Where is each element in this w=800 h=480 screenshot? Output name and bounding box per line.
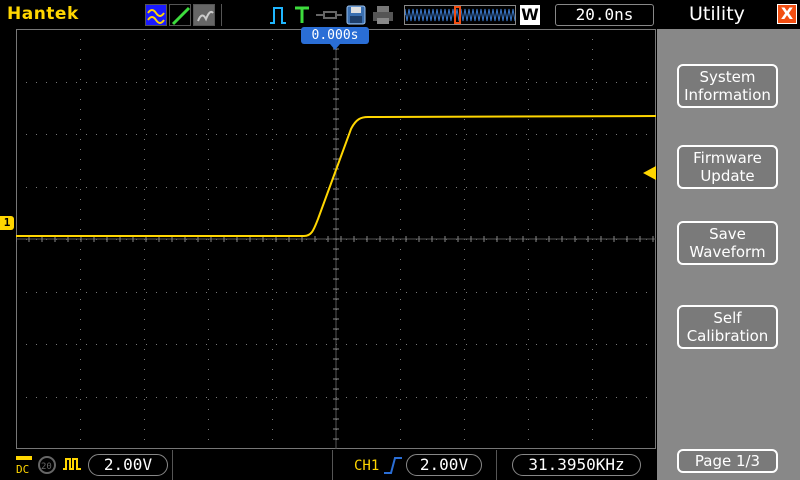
save-waveform-button[interactable]: Save Waveform: [677, 221, 778, 265]
close-button[interactable]: X: [777, 4, 797, 24]
line-icon[interactable]: [169, 4, 191, 26]
button-label-line2: Information: [684, 86, 771, 104]
rising-edge-icon: [384, 457, 402, 474]
bandwidth-20-icon: 20: [38, 456, 56, 474]
separator: [172, 450, 173, 480]
persist-icon[interactable]: [193, 4, 215, 26]
utility-menu: Utility X System Information Firmware Up…: [657, 0, 800, 480]
top-status-bar: Hantek W 20.0ns: [0, 0, 657, 29]
button-label-line1: Save: [709, 225, 746, 243]
printer-icon: [373, 6, 393, 24]
self-calibration-button[interactable]: Self Calibration: [677, 305, 778, 349]
button-label-line2: Update: [700, 167, 755, 185]
menu-title: Utility: [689, 3, 745, 25]
graticule: [15, 28, 657, 449]
ch1-scale[interactable]: 2.00V: [88, 454, 168, 476]
trigger-level[interactable]: 2.00V: [406, 454, 482, 476]
memory-window-bar: [404, 5, 516, 25]
floppy-disk-icon[interactable]: [346, 5, 366, 25]
display-mode-icons: [145, 4, 217, 26]
bottom-status-bar: DC 20 2.00V CH1 2.00V 31.3950KHz: [0, 450, 657, 480]
pulse-trigger-icon[interactable]: [268, 5, 288, 25]
probe-icon: [316, 11, 342, 19]
divider-icon: [221, 4, 222, 26]
button-label-line1: Firmware: [693, 149, 762, 167]
svg-text:DC: DC: [16, 463, 29, 475]
waveform-icon[interactable]: [145, 4, 167, 26]
menu-header: Utility X: [657, 0, 800, 29]
trigger-source: CH1: [354, 458, 380, 474]
button-label-line2: Waveform: [689, 243, 766, 261]
ch1-ground-marker[interactable]: 1: [0, 216, 14, 230]
T-icon: [295, 6, 309, 23]
button-label-line1: Self: [713, 309, 742, 327]
svg-text:20: 20: [41, 462, 52, 472]
waveform-display: [15, 28, 657, 449]
trigger-level-marker[interactable]: [643, 166, 656, 180]
invert-icon: [63, 458, 81, 470]
separator: [496, 450, 497, 480]
button-label-line2: Calibration: [686, 327, 769, 345]
dc-icon: DC: [16, 456, 32, 475]
button-label-line1: System: [699, 68, 756, 86]
firmware-update-button[interactable]: Firmware Update: [677, 145, 778, 189]
window-label: W: [520, 5, 540, 25]
trigger-position-pointer: [330, 44, 340, 50]
separator: [332, 450, 333, 480]
page-button[interactable]: Page 1/3: [677, 449, 778, 473]
trigger-position-marker[interactable]: 0.000s: [301, 27, 369, 44]
brand-logo: Hantek: [7, 4, 79, 24]
system-information-button[interactable]: System Information: [677, 64, 778, 108]
timebase-display: 20.0ns: [555, 4, 654, 26]
frequency-readout: 31.3950KHz: [512, 454, 641, 476]
